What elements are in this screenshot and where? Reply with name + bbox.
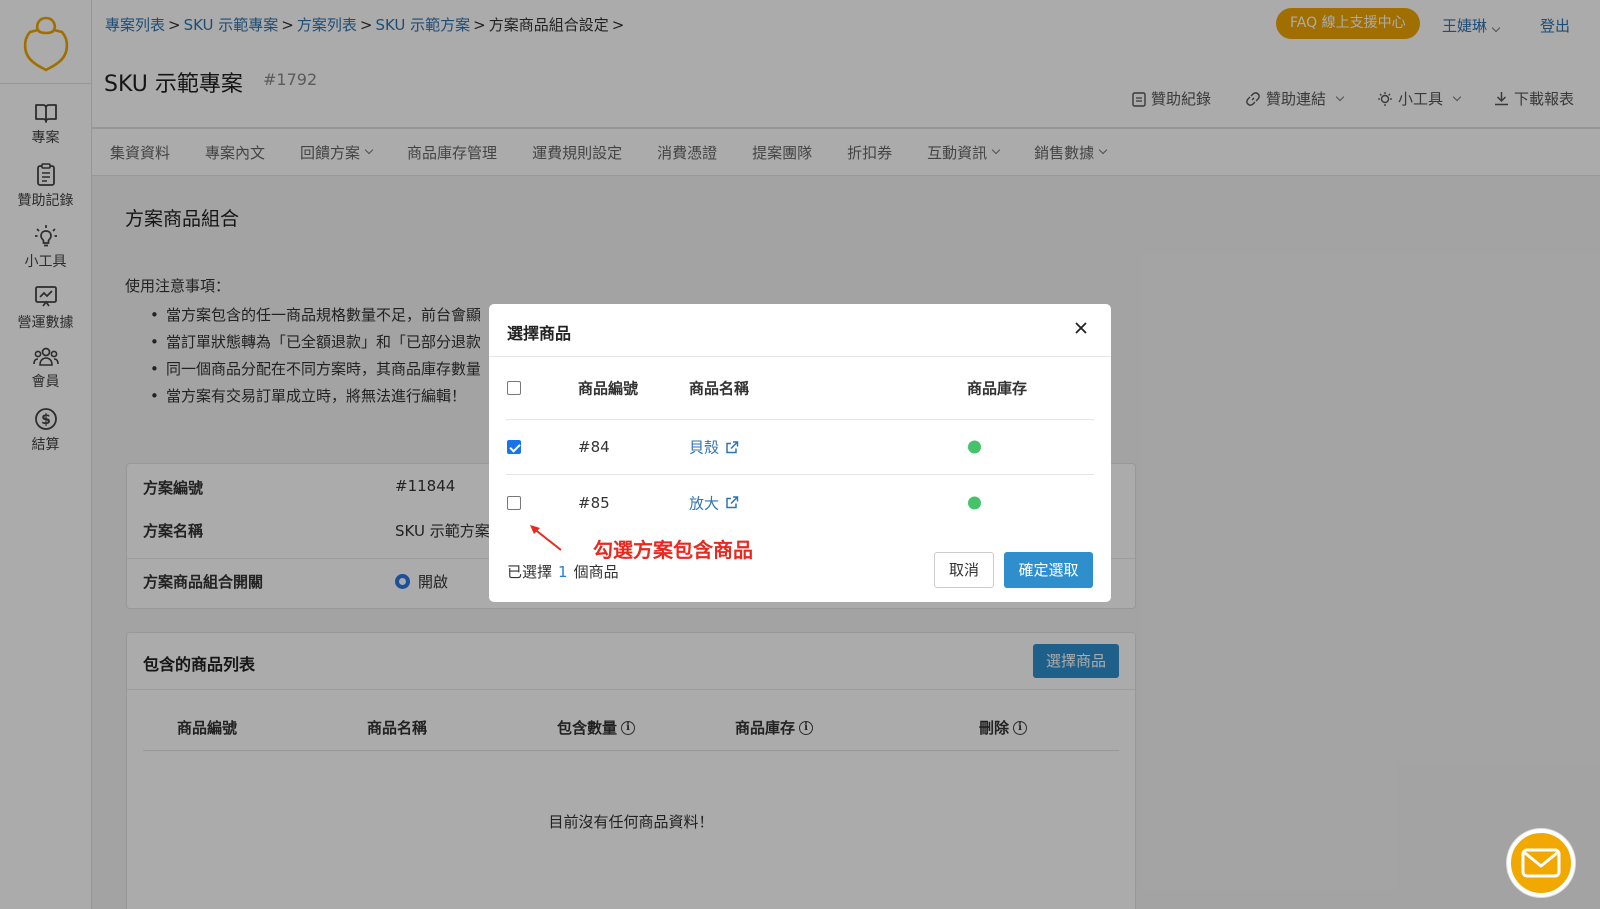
external-link-icon: [726, 496, 739, 509]
selected-count: 已選擇 1 個商品: [507, 561, 619, 582]
product-id: #85: [578, 493, 610, 512]
product-name-link[interactable]: 貝殼: [689, 437, 739, 458]
column-header: 商品庫存: [967, 379, 1028, 397]
selected-prefix: 已選擇: [507, 563, 553, 581]
confirm-select-button[interactable]: 確定選取: [1004, 552, 1093, 588]
status-dot: [968, 496, 981, 509]
stock-status-dot: [968, 496, 981, 509]
external-link-icon: [726, 440, 739, 453]
annotation-text: 勾選方案包含商品: [593, 538, 753, 562]
product-select-table: 商品編號 商品名稱 商品庫存 #84 貝殼 #85 放大: [506, 356, 1094, 530]
select-product-modal: 選擇商品 商品編號 商品名稱 商品庫存 #84 貝殼 #85 放大 勾選方案包含…: [489, 304, 1111, 602]
table-header-row: 商品編號 商品名稱 商品庫存: [506, 356, 1094, 420]
product-name-link[interactable]: 放大: [689, 492, 739, 513]
selected-suffix: 個商品: [573, 563, 619, 581]
checkbox-unchecked-icon: [507, 380, 521, 395]
column-header: 商品編號: [578, 379, 639, 397]
modal-title: 選擇商品: [507, 324, 572, 343]
annotation-arrow-icon: [530, 525, 562, 551]
checkbox-checked-icon: [507, 440, 521, 454]
table-row: #85 放大: [506, 475, 1094, 530]
column-header: 商品名稱: [689, 379, 750, 397]
product-name: 放大: [689, 494, 720, 512]
row-checkbox[interactable]: [507, 440, 521, 454]
selected-number: 1: [558, 563, 568, 581]
close-icon[interactable]: [1073, 320, 1089, 336]
status-dot: [968, 440, 981, 454]
product-name: 貝殼: [689, 438, 720, 457]
select-all-checkbox[interactable]: [507, 380, 521, 395]
row-checkbox[interactable]: [507, 495, 521, 510]
checkbox-unchecked-icon: [507, 495, 521, 510]
mail-icon: [1521, 848, 1561, 878]
product-id: #84: [578, 438, 610, 456]
cancel-button[interactable]: 取消: [934, 552, 994, 588]
stock-status-dot: [968, 440, 981, 454]
table-row: #84 貝殼: [506, 420, 1094, 475]
chat-support-button[interactable]: [1507, 829, 1575, 897]
